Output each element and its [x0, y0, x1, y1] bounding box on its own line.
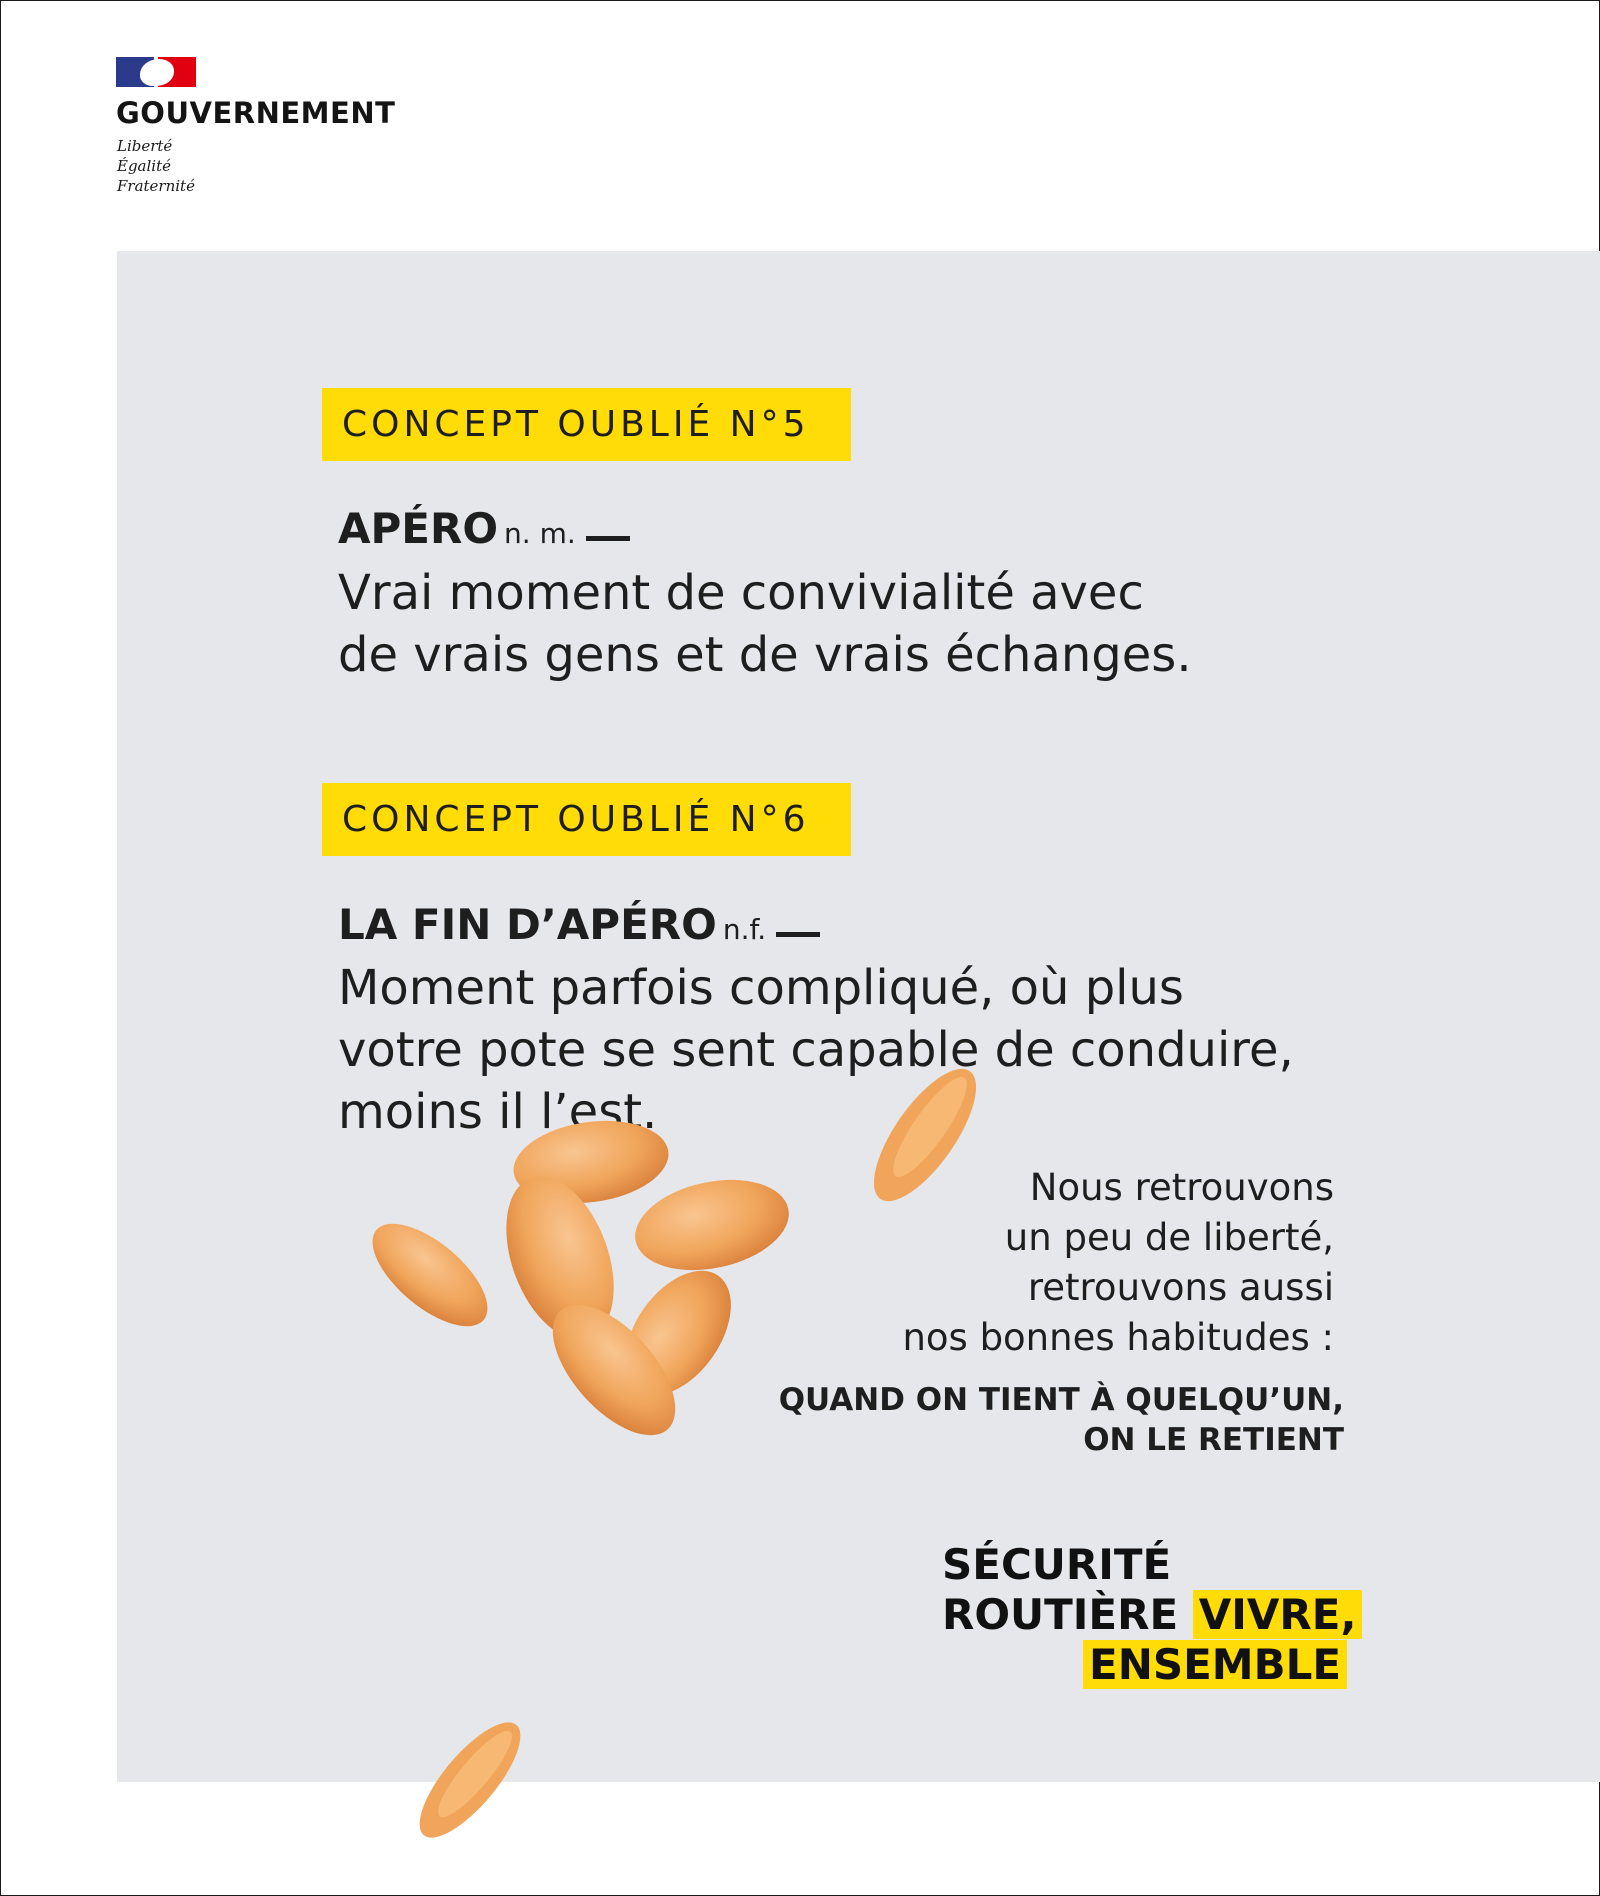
dash	[585, 536, 630, 541]
peanut-icon	[635, 1179, 789, 1271]
concept-6-word: LA FIN D’APÉRO	[338, 900, 717, 949]
marianne-flag-icon	[116, 57, 196, 87]
brand-vivre: VIVRE,	[1192, 1590, 1363, 1639]
brand-line-2: ROUTIÈRE VIVRE,	[942, 1590, 1363, 1640]
republic-logo	[116, 57, 196, 87]
concept-5-tag: CONCEPT OUBLIÉ N°5	[322, 388, 851, 461]
concept-5-definition: Vrai moment de convivialité avec de vrai…	[338, 562, 1192, 686]
definition-line: Vrai moment de convivialité avec	[338, 565, 1144, 621]
government-label: GOUVERNEMENT	[116, 96, 396, 130]
brand-line-3: ENSEMBLE	[942, 1640, 1362, 1690]
slogan-line: QUAND ON TIENT À QUELQU’UN,	[778, 1382, 1344, 1418]
securite-routiere-logo: SÉCURITÉ ROUTIÈRE VIVRE, ENSEMBLE	[942, 1540, 1363, 1690]
motto-fraternite: Fraternité	[117, 177, 195, 195]
motto: Liberté Égalité Fraternité	[117, 136, 195, 196]
message-line: Nous retrouvons	[1029, 1166, 1334, 1209]
message-line: un peu de liberté,	[1004, 1216, 1334, 1259]
message-line: retrouvons aussi	[1027, 1266, 1334, 1309]
dash	[776, 932, 821, 937]
concept-5-word: APÉRO	[338, 504, 499, 553]
message-line: nos bonnes habitudes :	[902, 1316, 1334, 1359]
peanuts-illustration	[372, 1120, 789, 1436]
concept-5-grammar: n. m.	[504, 517, 576, 550]
concept-6-tag: CONCEPT OUBLIÉ N°6	[322, 783, 851, 856]
motto-egalite: Égalité	[117, 157, 171, 175]
brand-routiere: ROUTIÈRE	[942, 1590, 1179, 1639]
brand-line-1: SÉCURITÉ	[942, 1540, 1172, 1589]
definition-line: Moment parfois compliqué, où plus	[338, 960, 1184, 1016]
message-text: Nous retrouvons un peu de liberté, retro…	[902, 1163, 1334, 1363]
definition-line: de vrais gens et de vrais échanges.	[338, 627, 1192, 683]
slogan: QUAND ON TIENT À QUELQU’UN, ON LE RETIEN…	[779, 1380, 1344, 1460]
peanut-icon	[419, 1722, 521, 1838]
concept-6-term: LA FIN D’APÉRO n.f.	[338, 900, 821, 949]
brand-ensemble: ENSEMBLE	[1083, 1640, 1348, 1689]
definition-line: votre pote se sent capable de conduire,	[338, 1022, 1294, 1078]
motto-liberte: Liberté	[117, 137, 173, 155]
peanut-icon	[372, 1223, 488, 1327]
concept-5-term: APÉRO n. m.	[338, 504, 630, 553]
slogan-line: ON LE RETIENT	[1083, 1422, 1344, 1458]
concept-6-grammar: n.f.	[722, 913, 767, 946]
